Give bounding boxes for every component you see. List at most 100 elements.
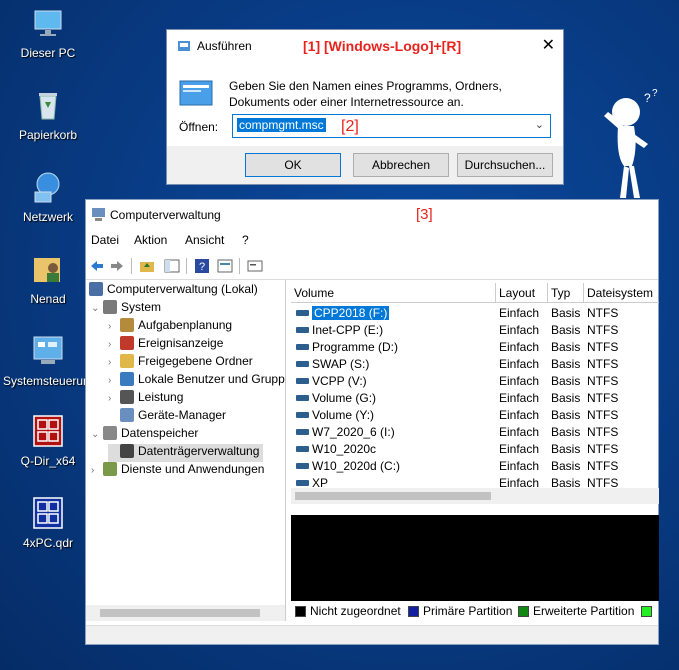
legend-extended: Erweiterte Partition (518, 604, 634, 618)
help-icon[interactable]: ? (194, 258, 210, 274)
desktop-icon-user-folder[interactable]: Nenad (3, 252, 93, 306)
chevron-right-icon[interactable]: › (108, 339, 120, 350)
table-row[interactable]: VCPP (V:) Einfach Basis NTFS (291, 373, 659, 390)
column-typ[interactable]: Typ (548, 283, 584, 303)
menu-help[interactable]: ? (242, 233, 249, 247)
legend-swatch (641, 606, 652, 617)
open-input-value[interactable]: compmgmt.msc (237, 118, 326, 132)
toolbar-separator (186, 258, 187, 274)
computer-icon (89, 282, 103, 296)
properties-icon[interactable] (217, 258, 233, 274)
chevron-right-icon[interactable]: › (108, 375, 120, 386)
chevron-right-icon[interactable]: › (108, 393, 120, 404)
desktop-icon-qdr-file[interactable]: 4xPC.qdr (3, 496, 93, 550)
column-dateisystem[interactable]: Dateisystem (584, 283, 659, 303)
tree-item-datentraegerverwaltung[interactable]: Datenträgerverwaltung (108, 444, 264, 462)
desktop-icon-recycle-bin[interactable]: Papierkorb (3, 88, 93, 142)
drive-icon (296, 446, 309, 452)
tree-item-computerverwaltung[interactable]: Computerverwaltung (Lokal) (89, 282, 258, 300)
run-dialog: Ausführen [1] [Windows-Logo]+[R] ✕ Geben… (166, 29, 564, 185)
table-row[interactable]: CPP2018 (F:) Einfach Basis NTFS (291, 305, 659, 322)
tree-horizontal-scrollbar[interactable] (86, 605, 285, 621)
column-layout[interactable]: Layout (496, 283, 548, 303)
tree-item-leistung[interactable]: › Leistung (108, 390, 183, 408)
services-icon (103, 462, 117, 476)
console-view-icon[interactable] (247, 258, 263, 274)
table-row[interactable]: Inet-CPP (E:) Einfach Basis NTFS (291, 322, 659, 339)
back-arrow-icon[interactable] (89, 258, 105, 274)
scrollbar-thumb[interactable] (100, 609, 260, 617)
cm-title: Computerverwaltung (110, 208, 221, 222)
chevron-down-icon[interactable]: ⌄ (91, 303, 103, 314)
browse-button[interactable]: Durchsuchen... (457, 153, 553, 177)
open-combobox[interactable]: compmgmt.msc [2] ⌄ (232, 114, 551, 138)
shared-folder-icon (120, 354, 134, 368)
close-icon[interactable]: ✕ (542, 35, 555, 55)
column-volume[interactable]: Volume (291, 283, 496, 303)
volume-type: Basis (551, 408, 581, 422)
table-row[interactable]: Volume (Y:) Einfach Basis NTFS (291, 407, 659, 424)
legend-swatch (295, 606, 306, 617)
volume-type: Basis (551, 340, 581, 354)
volume-list-header: Volume Layout Typ Dateisystem (291, 283, 659, 303)
drive-icon (296, 361, 309, 367)
toolbar-separator (131, 258, 132, 274)
volume-type: Basis (551, 425, 581, 439)
disk-graphic-pane[interactable] (291, 515, 659, 601)
tree-item-system[interactable]: ⌄ System (91, 300, 161, 318)
recycle-bin-icon (31, 88, 65, 122)
chevron-right-icon[interactable]: › (91, 465, 103, 476)
device-manager-icon (120, 408, 134, 422)
qdr-file-icon (31, 496, 65, 530)
table-row[interactable]: W7_2020_6 (I:) Einfach Basis NTFS (291, 424, 659, 441)
drive-icon (296, 429, 309, 435)
tree-item-aufgabenplanung[interactable]: › Aufgabenplanung (108, 318, 232, 336)
volume-filesystem: NTFS (587, 357, 619, 371)
table-row[interactable]: W10_2020d (C:) Einfach Basis NTFS (291, 458, 659, 475)
desktop-icon-control-panel[interactable]: Systemsteuerung (3, 334, 96, 388)
scrollbar-thumb[interactable] (295, 492, 491, 500)
network-icon (31, 170, 65, 204)
ok-button[interactable]: OK (245, 153, 341, 177)
volume-layout: Einfach (499, 391, 540, 405)
list-horizontal-scrollbar[interactable] (291, 488, 659, 504)
volume-name: W10_2020d (C:) (312, 459, 401, 473)
chevron-right-icon[interactable]: › (108, 357, 120, 368)
volume-layout: Einfach (499, 374, 540, 388)
desktop-icon-network[interactable]: Netzwerk (3, 170, 93, 224)
tree-item-geraete-manager[interactable]: Geräte-Manager (108, 408, 226, 426)
tree-item-freigegebene-ordner[interactable]: › Freigegebene Ordner (108, 354, 253, 372)
tree-item-ereignisanzeige[interactable]: › Ereignisanzeige (108, 336, 223, 354)
run-dialog-titlebar[interactable]: Ausführen [1] [Windows-Logo]+[R] ✕ (167, 30, 563, 62)
cancel-button[interactable]: Abbrechen (353, 153, 449, 177)
desktop-icon-qdir[interactable]: Q-Dir_x64 (3, 414, 93, 468)
menu-ansicht[interactable]: Ansicht (185, 233, 224, 247)
table-row[interactable]: SWAP (S:) Einfach Basis NTFS (291, 356, 659, 373)
menu-aktion[interactable]: Aktion (134, 233, 167, 247)
tree-item-lokale-benutzer[interactable]: › Lokale Benutzer und Grupp (108, 372, 285, 390)
cm-menubar: Datei Aktion Ansicht ? (86, 230, 658, 252)
chevron-right-icon[interactable]: › (108, 321, 120, 332)
menu-datei[interactable]: Datei (91, 233, 119, 247)
legend-swatch (518, 606, 529, 617)
drive-icon (296, 310, 309, 316)
volume-layout: Einfach (499, 306, 540, 320)
table-row[interactable]: Volume (G:) Einfach Basis NTFS (291, 390, 659, 407)
cm-titlebar[interactable]: Computerverwaltung [3] (86, 200, 658, 230)
volume-layout: Einfach (499, 408, 540, 422)
storage-icon (103, 426, 117, 440)
table-row[interactable]: W10_2020c Einfach Basis NTFS (291, 441, 659, 458)
tree-item-datenspeicher[interactable]: ⌄ Datenspeicher (91, 426, 198, 444)
chevron-down-icon[interactable]: ⌄ (535, 118, 544, 131)
tree-item-dienste-und-anwendungen[interactable]: › Dienste und Anwendungen (91, 462, 264, 480)
up-folder-icon[interactable] (139, 258, 155, 274)
table-row[interactable]: Programme (D:) Einfach Basis NTFS (291, 339, 659, 356)
show-tree-icon[interactable] (164, 258, 180, 274)
this-pc-icon (31, 6, 65, 40)
svg-text:?: ? (644, 91, 651, 105)
qdir-icon (31, 414, 65, 448)
forward-arrow-icon[interactable] (109, 258, 125, 274)
chevron-down-icon[interactable]: ⌄ (91, 429, 103, 440)
desktop-icon-this-pc[interactable]: Dieser PC (3, 6, 93, 60)
volume-layout: Einfach (499, 340, 540, 354)
